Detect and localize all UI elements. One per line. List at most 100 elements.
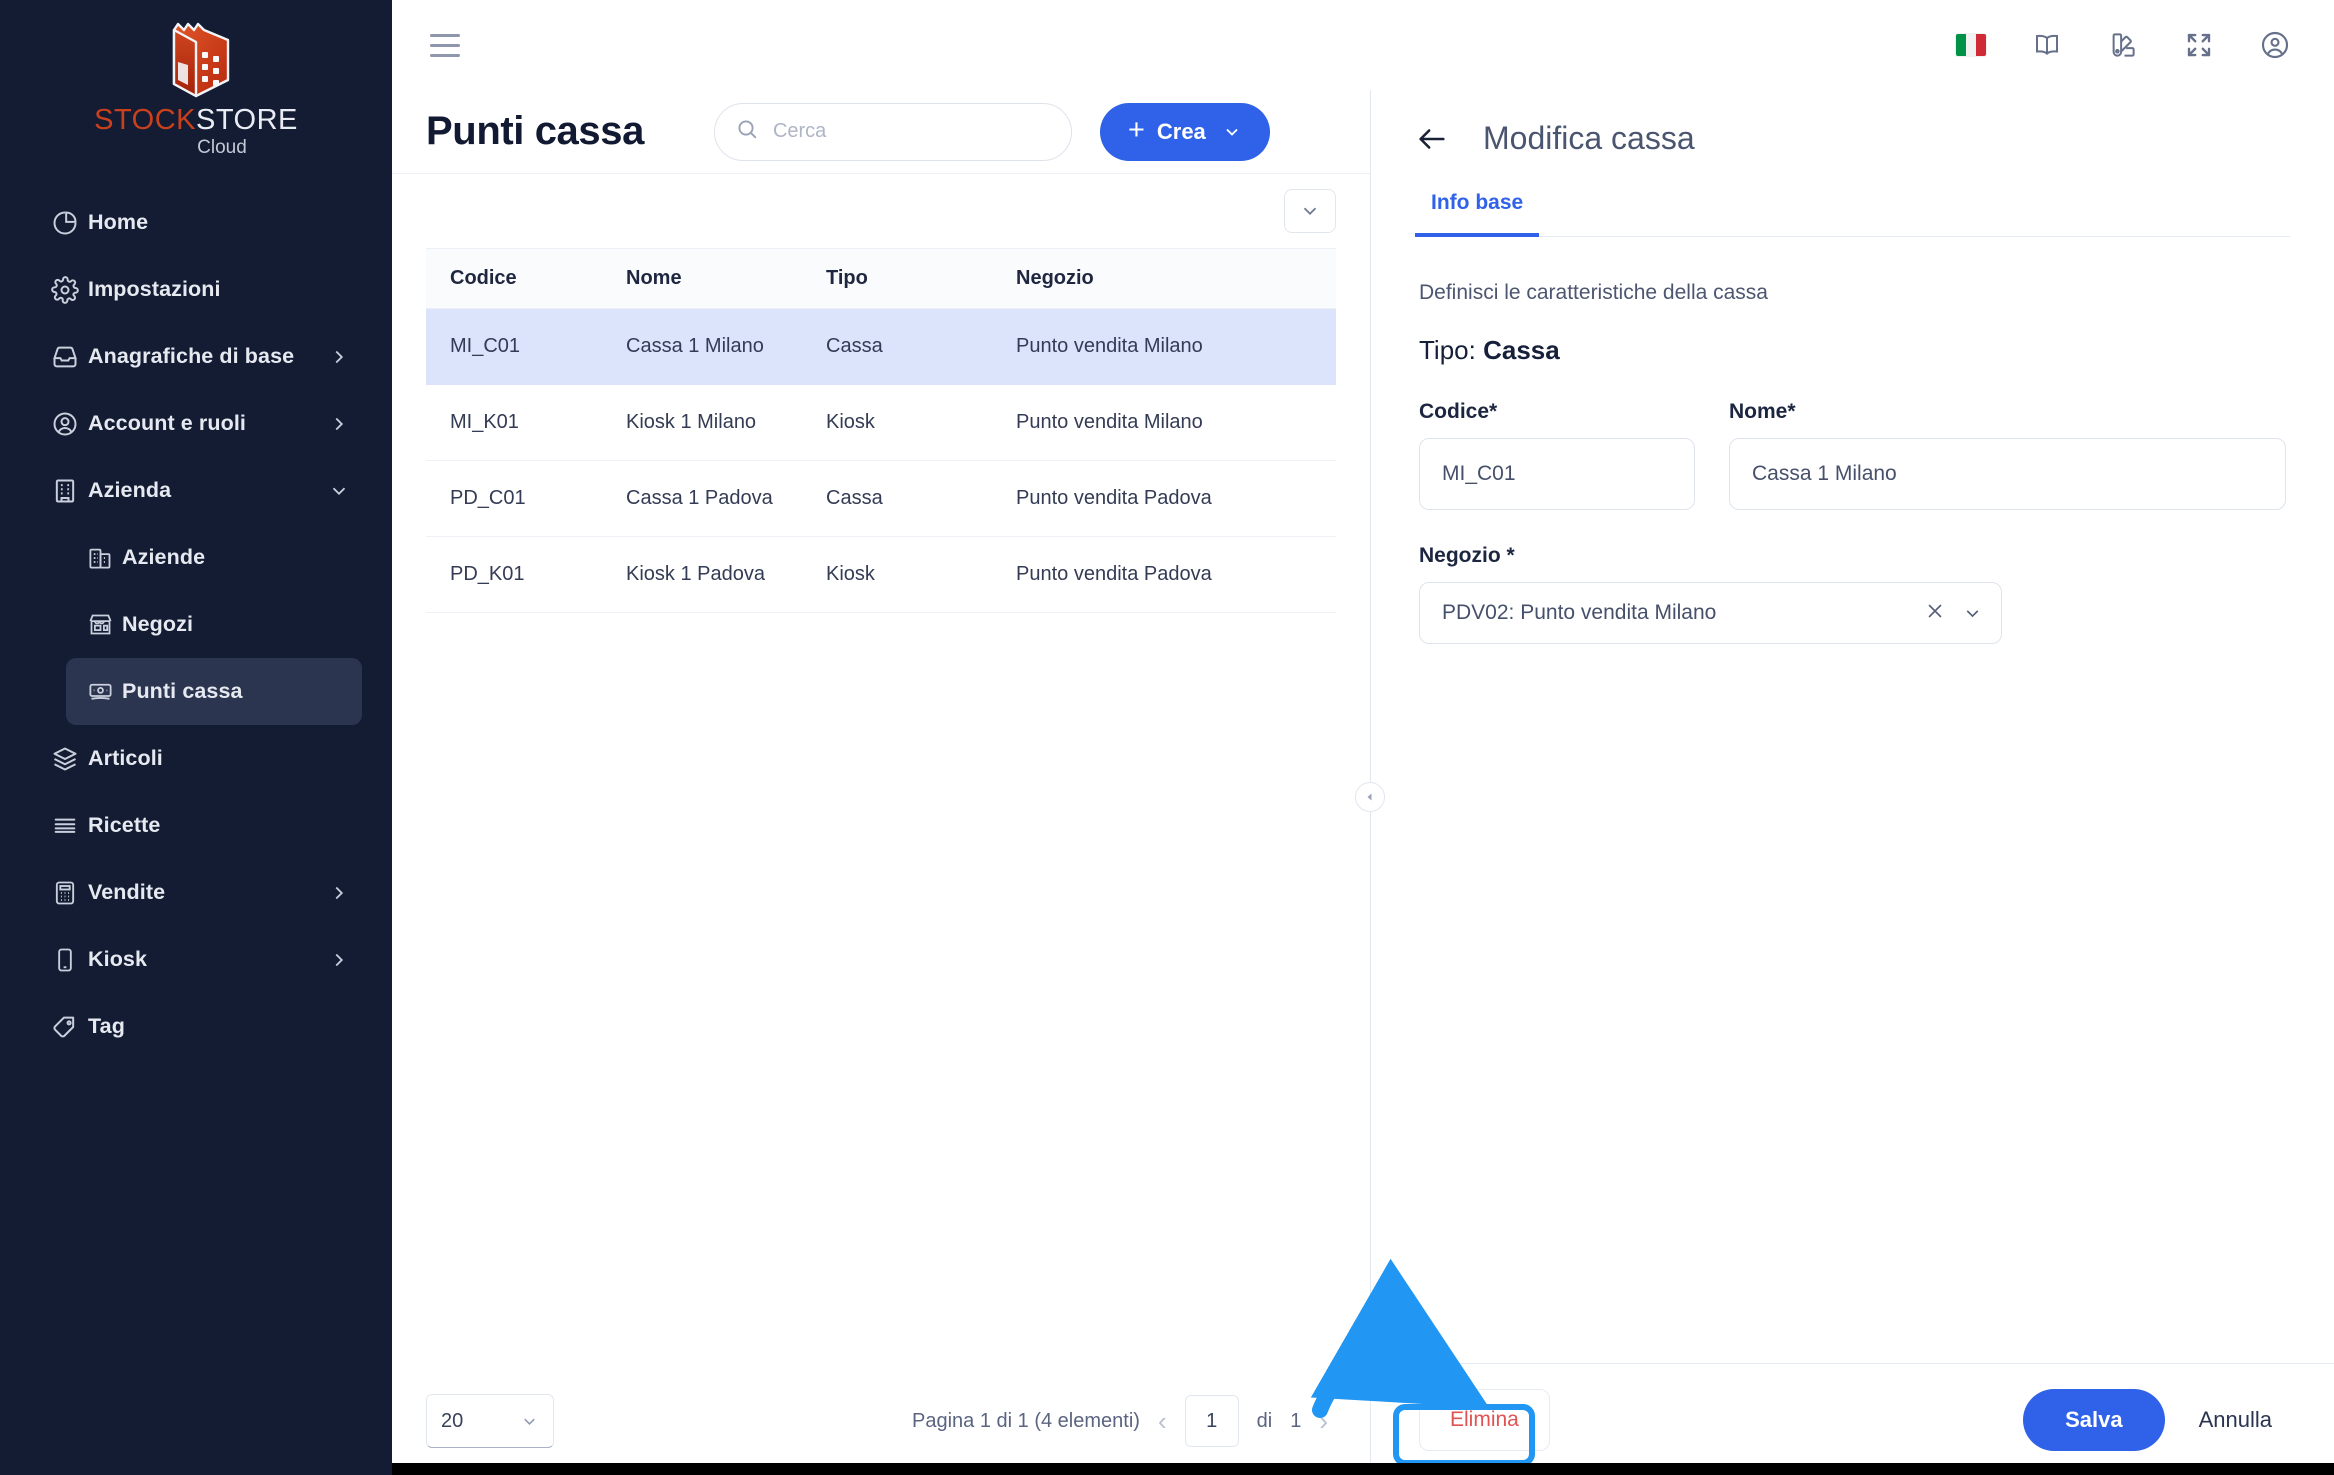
sidebar-item-punti-cassa[interactable]: Punti cassa <box>66 658 362 725</box>
sidebar-item-label: Vendite <box>88 880 166 904</box>
cell-nome: Cassa 1 Milano <box>626 335 764 357</box>
sidebar-item-label: Azienda <box>88 478 172 502</box>
grid-head: Codice Nome Tipo Negozio <box>426 248 1336 309</box>
annotation-highlight-box <box>1393 1404 1535 1466</box>
tipo-label: Tipo: <box>1419 335 1476 365</box>
pagination-of-label: di <box>1256 1409 1273 1432</box>
user-account-icon[interactable] <box>2258 28 2292 62</box>
table-row[interactable]: MI_C01 Cassa 1 Milano Cassa Punto vendit… <box>426 308 1336 385</box>
cell-nome: Kiosk 1 Padova <box>626 563 765 585</box>
sidebar-item-account-e-ruoli[interactable]: Account e ruoli <box>30 390 362 457</box>
sidebar-item-ricette[interactable]: Ricette <box>30 792 362 859</box>
sidebar-item-kiosk[interactable]: Kiosk <box>30 926 362 993</box>
page-number-input[interactable]: 1 <box>1184 1395 1239 1447</box>
cell-nome: Cassa 1 Padova <box>626 487 773 509</box>
user-circle-icon <box>42 410 88 438</box>
sidebar-item-label: Anagrafiche di base <box>88 344 295 368</box>
sidebar-item-azienda[interactable]: Azienda <box>30 457 362 524</box>
column-header-codice[interactable]: Codice <box>426 248 626 309</box>
sidebar-item-tag[interactable]: Tag <box>30 993 362 1060</box>
language-flag-italian-icon[interactable] <box>1954 28 1988 62</box>
sidebar-item-vendite[interactable]: Vendite <box>30 859 362 926</box>
documentation-book-icon[interactable] <box>2030 28 2064 62</box>
table-row[interactable]: PD_K01 Kiosk 1 Padova Kiosk Punto vendit… <box>426 537 1336 613</box>
cell-tipo: Kiosk <box>826 411 875 433</box>
column-options-button[interactable] <box>1284 189 1336 233</box>
column-header-tipo[interactable]: Tipo <box>826 248 1016 309</box>
cell-tipo: Kiosk <box>826 563 875 585</box>
page-title: Punti cassa <box>426 109 644 153</box>
sidebar-item-label: Punti cassa <box>122 679 243 703</box>
pagination-bar: 20 Pagina 1 di 1 (4 elementi) ‹ 1 di 1 › <box>392 1367 1370 1475</box>
sidebar-item-label: Tag <box>88 1014 125 1038</box>
cell-negozio: Punto vendita Padova <box>1016 563 1212 585</box>
cell-codice: PD_K01 <box>450 563 525 585</box>
chevron-right-icon <box>328 346 350 368</box>
save-button[interactable]: Salva <box>2023 1388 2165 1451</box>
cell-tipo: Cassa <box>826 335 883 357</box>
chevron-down-icon[interactable] <box>1962 603 1983 624</box>
brand-name-part1: STOCK <box>94 104 196 136</box>
nome-input[interactable] <box>1729 438 2286 510</box>
table-row[interactable]: PD_C01 Cassa 1 Padova Cassa Punto vendit… <box>426 461 1336 537</box>
sidebar-item-anagrafiche-di-base[interactable]: Anagrafiche di base <box>30 323 362 390</box>
search-input[interactable] <box>772 120 1051 143</box>
list-pane: Punti cassa + Crea <box>392 90 1371 1475</box>
chevron-right-icon <box>328 413 350 435</box>
sidebar-item-aziende[interactable]: Aziende <box>66 524 362 591</box>
next-page-button[interactable]: › <box>1319 1408 1328 1434</box>
previous-page-button[interactable]: ‹ <box>1158 1408 1167 1434</box>
sidebar-item-label: Negozi <box>122 612 194 636</box>
cell-nome: Kiosk 1 Milano <box>626 411 757 433</box>
theme-palette-icon[interactable] <box>2106 28 2140 62</box>
tab-info-base[interactable]: Info base <box>1415 191 1540 237</box>
cancel-button[interactable]: Annulla <box>2199 1407 2286 1433</box>
italian-flag <box>1956 34 1986 56</box>
recipe-lines-icon <box>42 812 88 840</box>
tipo-line: Tipo: Cassa <box>1419 335 2286 366</box>
cell-codice: PD_C01 <box>450 487 526 509</box>
create-button[interactable]: + Crea <box>1099 102 1270 161</box>
field-negozio: Negozio * PDV02: Punto vendita Milano <box>1419 544 2002 644</box>
hamburger-icon[interactable] <box>430 23 474 67</box>
close-icon[interactable] <box>1924 600 1946 627</box>
sidebar-item-articoli[interactable]: Articoli <box>30 725 362 792</box>
field-row-codice-nome: Codice* Nome* <box>1419 400 2286 510</box>
column-header-nome[interactable]: Nome <box>626 248 826 309</box>
field-row-negozio: Negozio * PDV02: Punto vendita Milano <box>1419 544 2286 644</box>
codice-input[interactable] <box>1419 438 1695 510</box>
fullscreen-icon[interactable] <box>2182 28 2216 62</box>
sidebar-item-negozi[interactable]: Negozi <box>66 591 362 658</box>
application-root: STOCKSTORE Cloud Home Impostazioni Anagr… <box>0 0 2334 1475</box>
buildings-icon <box>78 544 122 571</box>
pagination-controls: Pagina 1 di 1 (4 elementi) ‹ 1 di 1 › <box>912 1395 1336 1447</box>
chevron-down-icon <box>520 1412 539 1431</box>
sidebar-item-label: Ricette <box>88 813 161 837</box>
data-grid: Codice Nome Tipo Negozio MI_C01 Cassa 1 … <box>426 248 1336 613</box>
brand-logo[interactable]: STOCKSTORE Cloud <box>0 0 392 183</box>
brand-subtitle: Cloud <box>197 137 247 158</box>
field-codice: Codice* <box>1419 400 1695 510</box>
create-button-label: Crea <box>1156 118 1206 144</box>
column-header-negozio[interactable]: Negozio <box>1016 248 1336 309</box>
page-size-select[interactable]: 20 <box>426 1394 554 1448</box>
list-toolbar <box>392 174 1370 248</box>
list-header: Punti cassa + Crea <box>392 90 1370 174</box>
search-icon <box>735 117 759 146</box>
cell-tipo: Cassa <box>826 487 883 509</box>
table-row[interactable]: MI_K01 Kiosk 1 Milano Kiosk Punto vendit… <box>426 385 1336 461</box>
search-box[interactable] <box>713 102 1072 161</box>
office-building-icon <box>42 477 88 505</box>
brand-name-part2: STORE <box>196 104 298 136</box>
sidebar-item-impostazioni[interactable]: Impostazioni <box>30 256 362 323</box>
collapse-panel-handle[interactable] <box>1355 782 1385 812</box>
field-nome: Nome* <box>1729 400 2286 510</box>
sidebar-item-home[interactable]: Home <box>30 189 362 256</box>
plus-icon: + <box>1127 113 1145 146</box>
negozio-select[interactable]: PDV02: Punto vendita Milano <box>1419 582 2002 644</box>
arrow-left-icon[interactable] <box>1415 122 1449 156</box>
detail-pane: Modifica cassa Info base Definisci le ca… <box>1371 90 2334 1475</box>
grid-header-row: Codice Nome Tipo Negozio <box>426 248 1336 309</box>
cell-negozio: Punto vendita Padova <box>1016 487 1212 509</box>
